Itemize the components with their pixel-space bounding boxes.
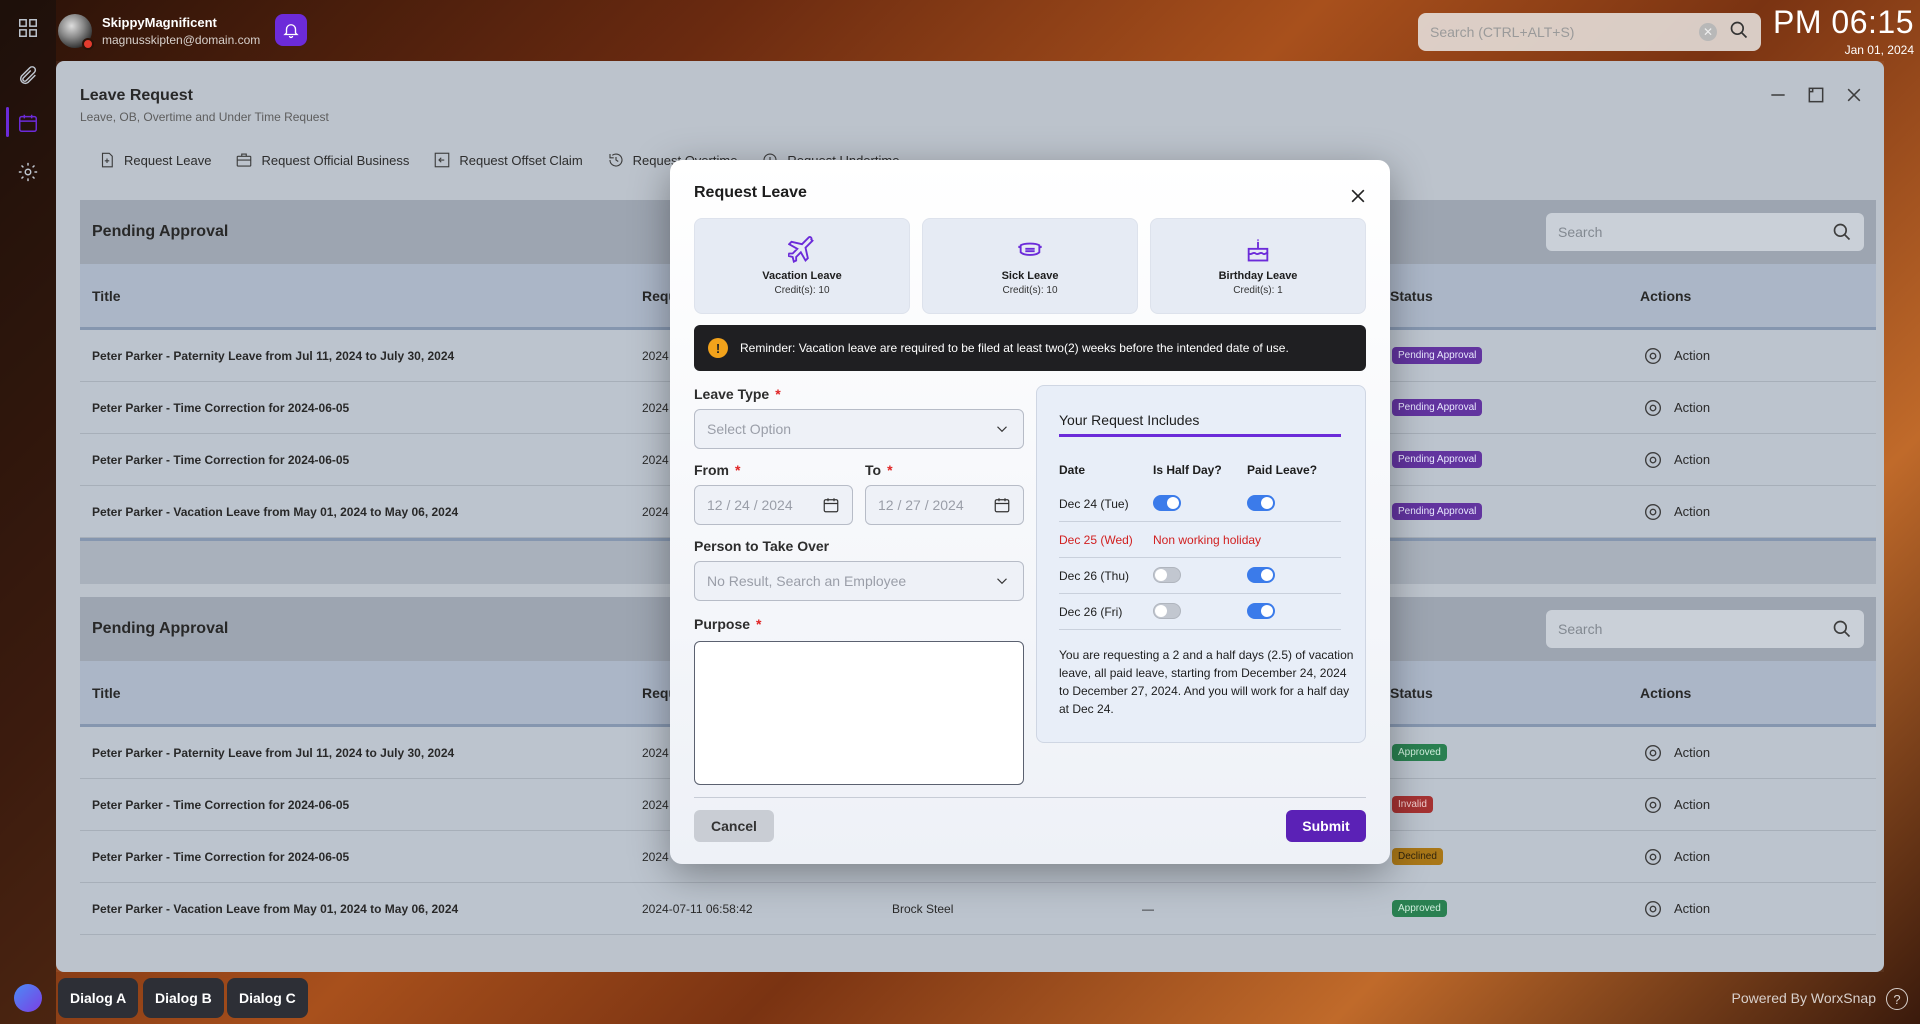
- to-label: To *: [865, 462, 893, 478]
- summary-title: Your Request Includes: [1059, 412, 1200, 428]
- summary-row: Dec 26 (Thu): [1059, 558, 1341, 594]
- leave-type-cards: Vacation Leave Credit(s): 10 Sick Leave …: [694, 218, 1366, 314]
- app-logo-icon[interactable]: [14, 984, 42, 1012]
- purpose-label: Purpose *: [694, 616, 762, 632]
- paid-leave-toggle[interactable]: [1247, 567, 1275, 583]
- request-leave-modal: Request Leave Vacation Leave Credit(s): …: [670, 160, 1390, 864]
- cancel-button[interactable]: Cancel: [694, 810, 774, 842]
- submit-button[interactable]: Submit: [1286, 810, 1366, 842]
- user-name: SkippyMagnificent: [102, 15, 217, 30]
- global-search-input[interactable]: [1430, 24, 1699, 40]
- summary-col-paid: Paid Leave?: [1247, 463, 1318, 477]
- person-placeholder: No Result, Search an Employee: [707, 573, 907, 589]
- paperclip-icon[interactable]: [14, 62, 42, 90]
- summary-underline: [1059, 434, 1341, 437]
- cake-icon: [1247, 239, 1269, 262]
- summary-date: Dec 24 (Tue): [1059, 497, 1129, 511]
- clear-icon[interactable]: ✕: [1699, 23, 1717, 41]
- calendar-icon[interactable]: [14, 109, 42, 137]
- paid-leave-toggle[interactable]: [1247, 603, 1275, 619]
- avatar[interactable]: [58, 14, 94, 50]
- half-day-toggle[interactable]: [1153, 603, 1181, 619]
- card-credit: Credit(s): 1: [1233, 285, 1283, 296]
- to-date-input[interactable]: 12 / 27 / 2024: [865, 485, 1024, 525]
- summary-row: Dec 25 (Wed) Non working holiday: [1059, 522, 1341, 558]
- modal-title: Request Leave: [694, 184, 807, 201]
- user-profile[interactable]: SkippyMagnificent magnusskipten@domain.c…: [58, 14, 261, 50]
- taskbar: Dialog A Dialog B Dialog C Powered By Wo…: [0, 978, 1920, 1024]
- holiday-note: Non working holiday: [1153, 533, 1262, 547]
- clock-date: Jan 01, 2024: [1844, 43, 1914, 57]
- mask-icon: [1017, 242, 1043, 256]
- calendar-icon[interactable]: [822, 496, 840, 514]
- rail-active-indicator: [6, 107, 9, 137]
- left-rail: [0, 0, 56, 1024]
- chevron-down-icon: [997, 578, 1007, 585]
- plane-icon: [788, 236, 814, 264]
- close-icon[interactable]: [1348, 186, 1368, 206]
- global-search: ✕: [1418, 13, 1761, 51]
- to-date-value: 12 / 27 / 2024: [878, 497, 964, 513]
- card-label: Sick Leave: [1001, 270, 1059, 282]
- dialog-a-tab[interactable]: Dialog A: [58, 978, 139, 1018]
- leave-type-label: Leave Type *: [694, 386, 781, 402]
- reminder-text: Reminder: Vacation leave are required to…: [740, 341, 1289, 355]
- card-label: Birthday Leave: [1218, 270, 1298, 282]
- vacation-leave-card[interactable]: Vacation Leave Credit(s): 10: [694, 218, 910, 314]
- card-label: Vacation Leave: [762, 270, 842, 282]
- user-email: magnusskipten@domain.com: [102, 33, 261, 47]
- clock: PM 06:15 Jan 01, 2024: [1773, 4, 1914, 57]
- help-icon[interactable]: ?: [1886, 988, 1908, 1010]
- card-credit: Credit(s): 10: [774, 285, 830, 296]
- leave-type-select[interactable]: Select Option: [694, 409, 1024, 449]
- dialog-c-tab[interactable]: Dialog C: [227, 978, 308, 1018]
- notification-bell-icon[interactable]: [275, 14, 307, 46]
- paid-leave-toggle[interactable]: [1247, 495, 1275, 511]
- powered-by: Powered By WorxSnap: [1731, 990, 1876, 1006]
- dialog-b-tab[interactable]: Dialog B: [143, 978, 224, 1018]
- request-summary: Your Request Includes Date Is Half Day? …: [1036, 385, 1366, 743]
- purpose-textarea[interactable]: [694, 641, 1024, 785]
- half-day-toggle[interactable]: [1153, 495, 1181, 511]
- clock-time: PM 06:15: [1773, 4, 1914, 40]
- birthday-leave-card[interactable]: Birthday Leave Credit(s): 1: [1150, 218, 1366, 314]
- search-icon[interactable]: [1729, 20, 1749, 45]
- reminder-banner: ! Reminder: Vacation leave are required …: [694, 325, 1366, 371]
- calendar-icon[interactable]: [993, 496, 1011, 514]
- person-label: Person to Take Over: [694, 538, 830, 554]
- from-label: From *: [694, 462, 741, 478]
- sick-leave-card[interactable]: Sick Leave Credit(s): 10: [922, 218, 1138, 314]
- half-day-toggle[interactable]: [1153, 567, 1181, 583]
- warning-icon: !: [708, 338, 728, 358]
- divider: [694, 797, 1366, 798]
- gear-icon[interactable]: [14, 158, 42, 186]
- summary-row: Dec 24 (Tue): [1059, 486, 1341, 522]
- summary-col-date: Date: [1059, 463, 1086, 477]
- from-date-value: 12 / 24 / 2024: [707, 497, 793, 513]
- summary-date: Dec 25 (Wed): [1059, 533, 1133, 547]
- summary-date: Dec 26 (Thu): [1059, 569, 1130, 583]
- chevron-down-icon: [997, 426, 1007, 433]
- card-credit: Credit(s): 10: [1002, 285, 1058, 296]
- summary-col-half-day: Is Half Day?: [1153, 463, 1222, 477]
- from-date-input[interactable]: 12 / 24 / 2024: [694, 485, 853, 525]
- status-dot: [82, 38, 94, 50]
- apps-grid-icon[interactable]: [14, 14, 42, 42]
- person-select[interactable]: No Result, Search an Employee: [694, 561, 1024, 601]
- summary-date: Dec 26 (Fri): [1059, 605, 1123, 619]
- leave-type-placeholder: Select Option: [707, 421, 792, 437]
- summary-row: Dec 26 (Fri): [1059, 594, 1341, 630]
- summary-description: You are requesting a 2 and a half days (…: [1059, 648, 1354, 716]
